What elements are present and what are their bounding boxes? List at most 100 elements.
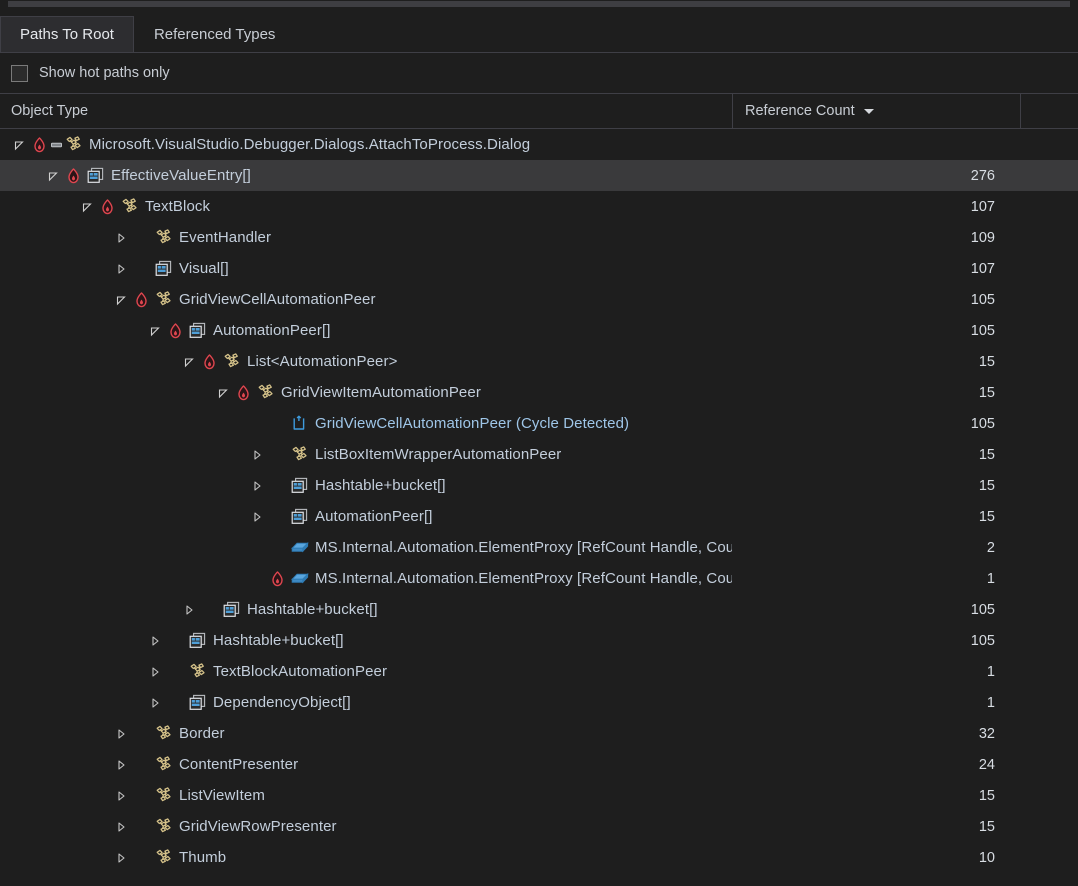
tree-row-name-cell[interactable]: List<AutomationPeer> — [0, 352, 732, 371]
tree-row[interactable]: Visual[] 107 — [0, 253, 1078, 284]
tree-row[interactable]: TextBlockAutomationPeer1 — [0, 656, 1078, 687]
tree-row-name-cell[interactable]: Border — [0, 724, 732, 743]
tree-row-reference-count: 10 — [732, 850, 1020, 866]
expander-collapsed-icon[interactable] — [180, 601, 198, 619]
expander-collapsed-icon[interactable] — [112, 229, 130, 247]
tree-row[interactable]: GridViewCellAutomationPeer (Cycle Detect… — [0, 408, 1078, 439]
expander-expanded-icon[interactable] — [10, 136, 28, 154]
tree-row-label: Hashtable+bucket[] — [213, 632, 344, 649]
tree-row-name-cell[interactable]: TextBlockAutomationPeer — [0, 662, 732, 681]
paths-to-root-tree[interactable]: Microsoft.VisualStudio.Debugger.Dialogs.… — [0, 129, 1078, 886]
expander-collapsed-icon[interactable] — [146, 632, 164, 650]
tree-row-label: Visual[] — [179, 260, 229, 277]
tree-row[interactable]: GridViewRowPresenter15 — [0, 811, 1078, 842]
tree-row-name-cell[interactable]: Hashtable+bucket[] — [0, 631, 732, 650]
tree-row-name-cell[interactable]: GridViewCellAutomationPeer (Cycle Detect… — [0, 414, 732, 433]
tree-row[interactable]: MS.Internal.Automation.ElementProxy [Ref… — [0, 532, 1078, 563]
tree-row-reference-count: 32 — [732, 726, 1020, 742]
expander-collapsed-icon[interactable] — [112, 787, 130, 805]
tree-row-label: List<AutomationPeer> — [247, 353, 397, 370]
class-type-icon — [154, 817, 173, 836]
column-header-object-type-label: Object Type — [11, 103, 88, 119]
expander-expanded-icon[interactable] — [44, 167, 62, 185]
tree-row[interactable]: Microsoft.VisualStudio.Debugger.Dialogs.… — [0, 129, 1078, 160]
expander-collapsed-icon[interactable] — [112, 725, 130, 743]
tree-row-name-cell[interactable]: ListViewItem — [0, 786, 732, 805]
tree-row-label: EventHandler — [179, 229, 271, 246]
tree-row-reference-count: 105 — [732, 602, 1020, 618]
tree-row-label: Microsoft.VisualStudio.Debugger.Dialogs.… — [89, 136, 530, 153]
tab-referenced-types[interactable]: Referenced Types — [134, 16, 295, 52]
tree-row-name-cell[interactable]: Microsoft.VisualStudio.Debugger.Dialogs.… — [0, 135, 732, 154]
tree-row[interactable]: GridViewCellAutomationPeer 105 — [0, 284, 1078, 315]
expander-expanded-icon[interactable] — [146, 322, 164, 340]
tree-row-name-cell[interactable]: DependencyObject[] — [0, 693, 732, 712]
column-header-object-type[interactable]: Object Type — [0, 94, 732, 128]
tree-row-name-cell[interactable]: Thumb — [0, 848, 732, 867]
expander-collapsed-icon[interactable] — [146, 663, 164, 681]
tree-row-name-cell[interactable]: AutomationPeer[] — [0, 507, 732, 526]
tree-row-name-cell[interactable]: EffectiveValueEntry[] — [0, 166, 732, 185]
class-type-icon — [120, 197, 139, 216]
expander-collapsed-icon[interactable] — [112, 260, 130, 278]
expander-collapsed-icon[interactable] — [248, 508, 266, 526]
expander-collapsed-icon[interactable] — [112, 818, 130, 836]
expander-expanded-icon[interactable] — [180, 353, 198, 371]
tree-row-name-cell[interactable]: Hashtable+bucket[] — [0, 600, 732, 619]
expander-expanded-icon[interactable] — [78, 198, 96, 216]
tree-row-name-cell[interactable]: TextBlock — [0, 197, 732, 216]
tree-row-name-cell[interactable]: AutomationPeer[] — [0, 321, 732, 340]
tree-row[interactable]: AutomationPeer[]105 — [0, 315, 1078, 346]
expander-expanded-icon[interactable] — [214, 384, 232, 402]
expander-collapsed-icon[interactable] — [146, 694, 164, 712]
tree-row[interactable]: EventHandler 109 — [0, 222, 1078, 253]
flame-placeholder — [269, 477, 286, 495]
expander-collapsed-icon[interactable] — [248, 477, 266, 495]
tree-row-name-cell[interactable]: Visual[] — [0, 259, 732, 278]
tree-row-name-cell[interactable]: MS.Internal.Automation.ElementProxy [Ref… — [0, 538, 732, 557]
tree-row[interactable]: Thumb10 — [0, 842, 1078, 873]
tree-row[interactable]: List<AutomationPeer>15 — [0, 346, 1078, 377]
tree-row-reference-count: 107 — [732, 261, 1020, 277]
expander-collapsed-icon[interactable] — [248, 446, 266, 464]
tree-row-label: ListViewItem — [179, 787, 265, 804]
tree-row[interactable]: TextBlock107 — [0, 191, 1078, 222]
tree-row[interactable]: Border32 — [0, 718, 1078, 749]
tree-row[interactable]: GridViewItemAutomationPeer15 — [0, 377, 1078, 408]
checkbox-unchecked-icon[interactable] — [11, 65, 28, 82]
column-header-reference-count[interactable]: Reference Count — [732, 94, 1020, 128]
tree-row-label: GridViewCellAutomationPeer — [179, 291, 376, 308]
expander-expanded-icon[interactable] — [112, 291, 130, 309]
tree-row-name-cell[interactable]: GridViewItemAutomationPeer — [0, 383, 732, 402]
tree-row-name-cell[interactable]: ListBoxItemWrapperAutomationPeer — [0, 445, 732, 464]
flame-placeholder — [167, 632, 184, 650]
tree-row-reference-count: 109 — [732, 230, 1020, 246]
expander-collapsed-icon[interactable] — [112, 849, 130, 867]
tree-row-reference-count: 15 — [732, 447, 1020, 463]
tree-row[interactable]: DependencyObject[]1 — [0, 687, 1078, 718]
tree-row[interactable]: ContentPresenter24 — [0, 749, 1078, 780]
tree-row[interactable]: Hashtable+bucket[]105 — [0, 625, 1078, 656]
tree-row-name-cell[interactable]: GridViewCellAutomationPeer — [0, 290, 732, 309]
root-marker-icon — [51, 136, 62, 154]
tree-row[interactable]: ListBoxItemWrapperAutomationPeer15 — [0, 439, 1078, 470]
flame-placeholder — [269, 415, 286, 433]
flame-placeholder — [269, 446, 286, 464]
class-type-icon — [290, 445, 309, 464]
tree-row[interactable]: ListViewItem15 — [0, 780, 1078, 811]
tree-row[interactable]: EffectiveValueEntry[]276 — [0, 160, 1078, 191]
tree-row-name-cell[interactable]: Hashtable+bucket[] — [0, 476, 732, 495]
tree-row-reference-count: 105 — [732, 292, 1020, 308]
expander-collapsed-icon[interactable] — [112, 756, 130, 774]
tree-row[interactable]: MS.Internal.Automation.ElementProxy [Ref… — [0, 563, 1078, 594]
tab-paths-to-root[interactable]: Paths To Root — [0, 16, 134, 52]
tree-row[interactable]: Hashtable+bucket[]15 — [0, 470, 1078, 501]
tree-row-name-cell[interactable]: ContentPresenter — [0, 755, 732, 774]
flame-placeholder — [167, 663, 184, 681]
tree-row-name-cell[interactable]: MS.Internal.Automation.ElementProxy [Ref… — [0, 569, 732, 588]
tree-row-name-cell[interactable]: GridViewRowPresenter — [0, 817, 732, 836]
show-hot-paths-only-label[interactable]: Show hot paths only — [39, 65, 170, 81]
tree-row[interactable]: AutomationPeer[]15 — [0, 501, 1078, 532]
tree-row[interactable]: Hashtable+bucket[]105 — [0, 594, 1078, 625]
tree-row-name-cell[interactable]: EventHandler — [0, 228, 732, 247]
